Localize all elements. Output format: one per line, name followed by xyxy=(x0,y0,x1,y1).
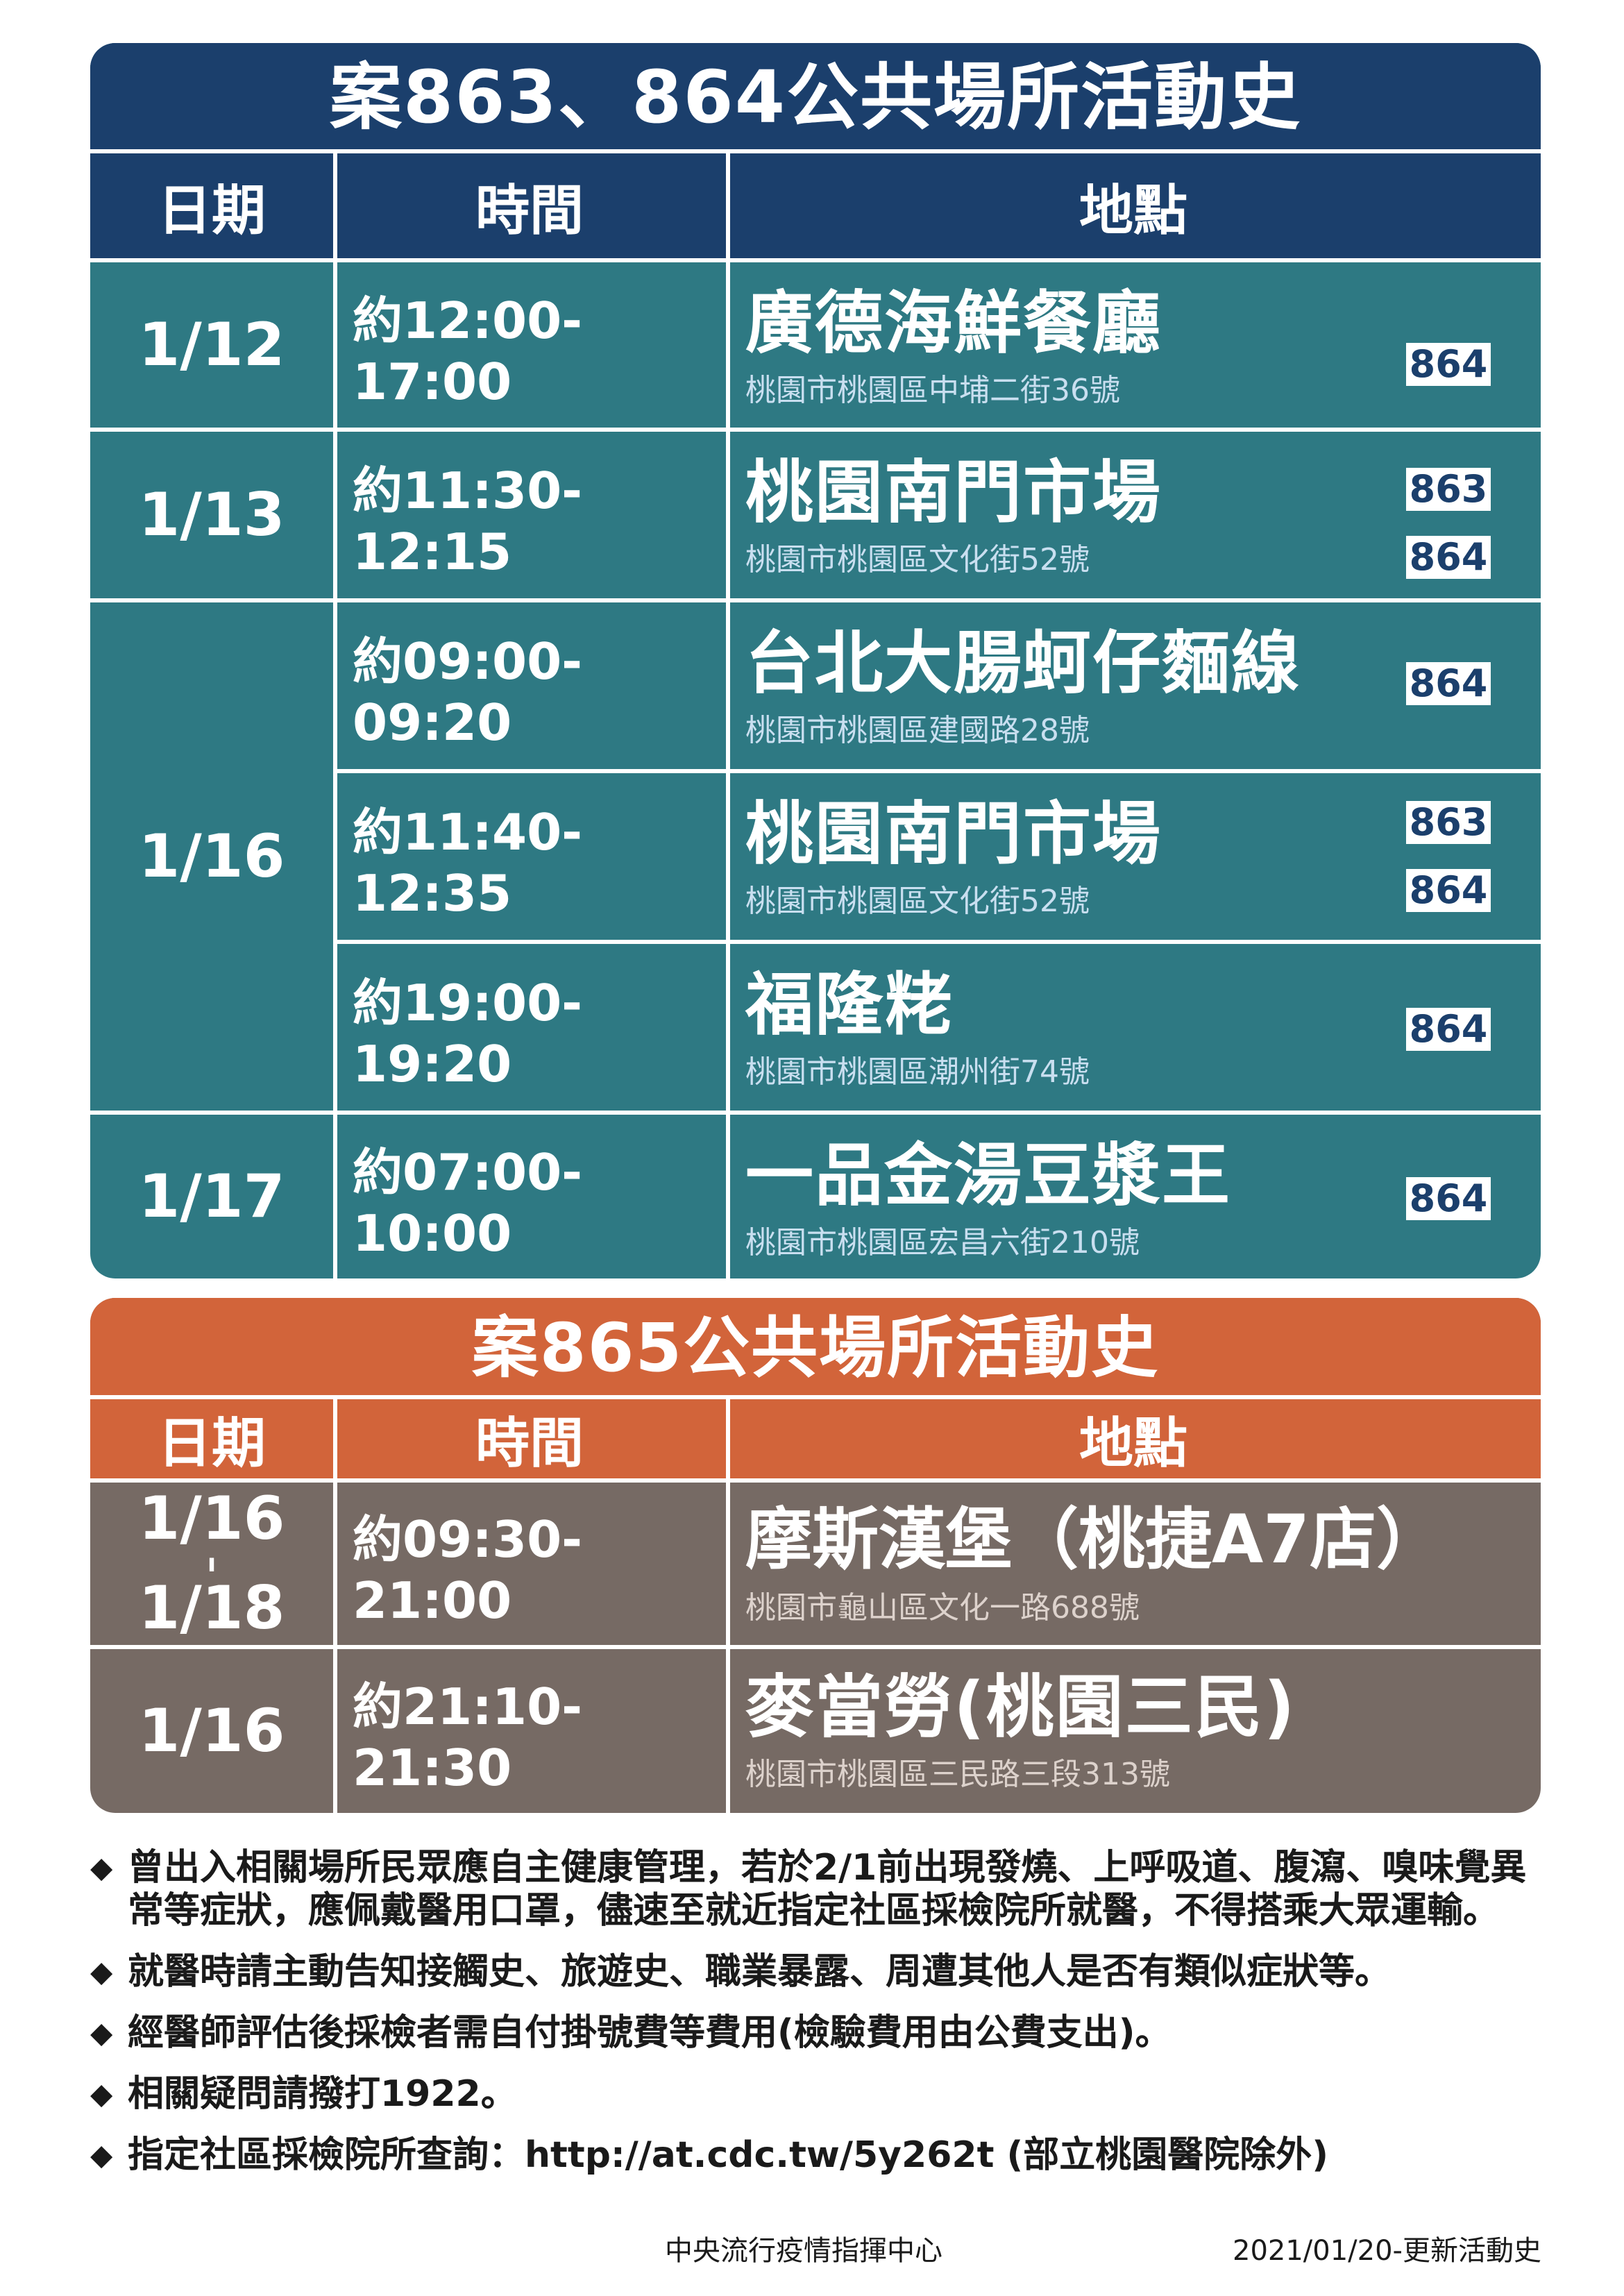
note-text: 就醫時請主動告知接觸史、旅遊史、職業暴露、周遭其他人是否有類似症狀等。 xyxy=(128,1951,1392,1993)
note-text: 曾出入相關場所民眾應自主健康管理，若於2/1前出現發燒、上呼吸道、腹瀉、嗅味覺異… xyxy=(128,1847,1527,1932)
section2-title: 案865公共場所活動史 xyxy=(471,1309,1160,1387)
note-item: ◆ 指定社區採檢院所查詢：http://at.cdc.tw/5y262t (部立… xyxy=(90,2134,1555,2177)
case-badge: 864 xyxy=(1406,1177,1491,1220)
diamond-bullet-icon: ◆ xyxy=(90,2016,113,2050)
place-name: 廣德海鮮餐廳 xyxy=(745,284,1162,363)
case-badge: 864 xyxy=(1406,1008,1491,1051)
row-date: 1/12 xyxy=(138,310,285,380)
case-badge: 863 xyxy=(1406,468,1491,511)
footer-updated: 2021/01/20-更新活動史 xyxy=(1233,2235,1541,2267)
row-time: 約09:00-09:20 xyxy=(353,632,583,752)
section1-header-time: 時間 xyxy=(475,179,584,242)
row-place: 一品金湯豆漿王 桃園市桃園區宏昌六街210號 864 xyxy=(730,1115,1541,1278)
place-name: 麥當勞(桃園三民) xyxy=(745,1668,1296,1747)
note-item: ◆ 相關疑問請撥打1922。 xyxy=(90,2073,1555,2116)
place-address: 桃園市桃園區三民路三段313號 xyxy=(745,1757,1170,1792)
place-address: 桃園市龜山區文化一路688號 xyxy=(745,1590,1140,1626)
case-badge: 864 xyxy=(1406,869,1491,912)
row-place: 桃園南門市場 桃園市桃園區文化街52號 863 864 xyxy=(730,773,1541,940)
row-time: 約11:30-12:15 xyxy=(353,461,583,581)
row-time: 約11:40-12:35 xyxy=(353,802,583,922)
place-name: 台北大腸蚵仔麵線 xyxy=(745,624,1301,703)
case-badge: 864 xyxy=(1406,343,1491,386)
date-range-separator: ı xyxy=(207,1549,217,1578)
place-address: 桃園市桃園區潮州街74號 xyxy=(745,1054,1090,1090)
note-item: ◆ 經醫師評估後採檢者需自付掛號費等費用(檢驗費用由公費支出)。 xyxy=(90,2011,1555,2054)
row-date: 1/13 xyxy=(138,480,285,550)
row-place: 摩斯漢堡（桃捷A7店） 桃園市龜山區文化一路688號 xyxy=(730,1483,1541,1645)
place-name: 桃園南門市場 xyxy=(745,795,1162,874)
section1-panel: 案863、864公共場所活動史 日期 時間 地點 1/12 約12:00-17:… xyxy=(90,43,1541,1278)
row-place: 台北大腸蚵仔麵線 桃園市桃園區建國路28號 864 xyxy=(730,602,1541,769)
row-date: 1/16 ı 1/18 xyxy=(90,1483,333,1645)
diamond-bullet-icon: ◆ xyxy=(90,1955,113,1989)
row-date: 1/17 xyxy=(138,1161,285,1231)
section1-header-row: 日期 時間 地點 xyxy=(90,153,1541,258)
row-place: 廣德海鮮餐廳 桃園市桃園區中埔二街36號 864 xyxy=(730,262,1541,428)
note-item: ◆ 曾出入相關場所民眾應自主健康管理，若於2/1前出現發燒、上呼吸道、腹瀉、嗅味… xyxy=(90,1846,1555,1932)
place-name: 摩斯漢堡（桃捷A7店） xyxy=(745,1501,1444,1578)
place-address: 桃園市桃園區中埔二街36號 xyxy=(745,373,1120,408)
section2-panel: 案865公共場所活動史 日期 時間 地點 1/16 ı 1/18 約09:30-… xyxy=(90,1298,1541,1813)
note-text: 經醫師評估後採檢者需自付掛號費等費用(檢驗費用由公費支出)。 xyxy=(128,2012,1172,2054)
diamond-bullet-icon: ◆ xyxy=(90,2077,113,2111)
note-text: 指定社區採檢院所查詢：http://at.cdc.tw/5y262t (部立桃園… xyxy=(128,2134,1329,2176)
case-badge: 863 xyxy=(1406,801,1491,844)
date-start: 1/16 xyxy=(138,1484,285,1554)
note-item: ◆ 就醫時請主動告知接觸史、旅遊史、職業暴露、周遭其他人是否有類似症狀等。 xyxy=(90,1950,1555,1993)
row-date: 1/16 xyxy=(138,821,285,891)
section2-header-row: 日期 時間 地點 xyxy=(90,1399,1541,1478)
row-time: 約09:30-21:00 xyxy=(353,1510,583,1630)
place-address: 桃園市桃園區建國路28號 xyxy=(745,713,1090,748)
place-address: 桃園市桃園區文化街52號 xyxy=(745,542,1090,577)
row-place: 麥當勞(桃園三民) 桃園市桃園區三民路三段313號 xyxy=(730,1649,1541,1813)
place-address: 桃園市桃園區文化街52號 xyxy=(745,884,1090,919)
section2-header-time: 時間 xyxy=(475,1412,584,1475)
diamond-bullet-icon: ◆ xyxy=(90,2138,113,2172)
row-time: 約07:00-10:00 xyxy=(353,1142,583,1263)
footer-agency: 中央流行疫情指揮中心 xyxy=(665,2235,942,2267)
row-place: 桃園南門市場 桃園市桃園區文化街52號 863 864 xyxy=(730,432,1541,598)
section2-header-place: 地點 xyxy=(1079,1412,1187,1475)
notes-list: ◆ 曾出入相關場所民眾應自主健康管理，若於2/1前出現發燒、上呼吸道、腹瀉、嗅味… xyxy=(90,1846,1555,2195)
note-text: 相關疑問請撥打1922。 xyxy=(128,2073,517,2115)
case-badge: 864 xyxy=(1406,662,1491,705)
row-date: 1/16 xyxy=(138,1696,285,1766)
case-badge: 864 xyxy=(1406,536,1491,579)
place-name: 桃園南門市場 xyxy=(745,453,1162,532)
place-name: 一品金湯豆漿王 xyxy=(745,1136,1232,1215)
section1-header-place: 地點 xyxy=(1079,179,1187,242)
section2-header-date: 日期 xyxy=(157,1412,266,1475)
section1-title: 案863、864公共場所活動史 xyxy=(329,55,1302,140)
row-time: 約21:10-21:30 xyxy=(353,1677,583,1797)
row-time: 約19:00-19:20 xyxy=(353,973,583,1093)
place-name: 福隆粩 xyxy=(745,965,954,1045)
diamond-bullet-icon: ◆ xyxy=(90,1850,113,1884)
section1-header-date: 日期 xyxy=(157,179,266,242)
row-place: 福隆粩 桃園市桃園區潮州街74號 864 xyxy=(730,944,1541,1111)
row-time: 約12:00-17:00 xyxy=(353,291,583,411)
place-address: 桃園市桃園區宏昌六街210號 xyxy=(745,1225,1140,1260)
date-end: 1/18 xyxy=(138,1573,285,1643)
